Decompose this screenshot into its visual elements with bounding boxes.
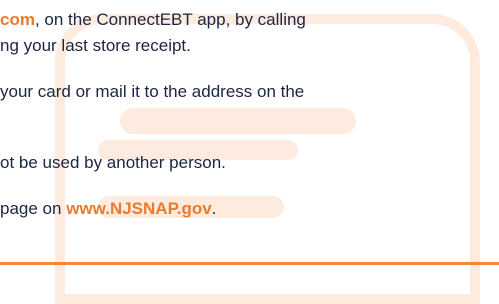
instruction-line-1: com, on the ConnectEBT app, by calling <box>0 7 306 32</box>
decorative-card-tab <box>120 108 356 134</box>
website-link-fragment[interactable]: com <box>0 10 35 29</box>
instruction-line-2: ng your last store receipt. <box>0 36 191 55</box>
instruction-line-3: your card or mail it to the address on t… <box>0 82 305 101</box>
instruction-line-5-suffix: . <box>211 199 217 218</box>
njsnap-link[interactable]: www.NJSNAP.gov <box>66 199 211 218</box>
instruction-line-4: ot be used by another person. <box>0 153 226 172</box>
instruction-line-5: page on www.NJSNAP.gov. <box>0 196 216 221</box>
instruction-line-5-prefix: page on <box>0 199 67 218</box>
section-divider <box>0 262 499 265</box>
instruction-line-1-text: , on the ConnectEBT app, by calling <box>34 10 306 29</box>
